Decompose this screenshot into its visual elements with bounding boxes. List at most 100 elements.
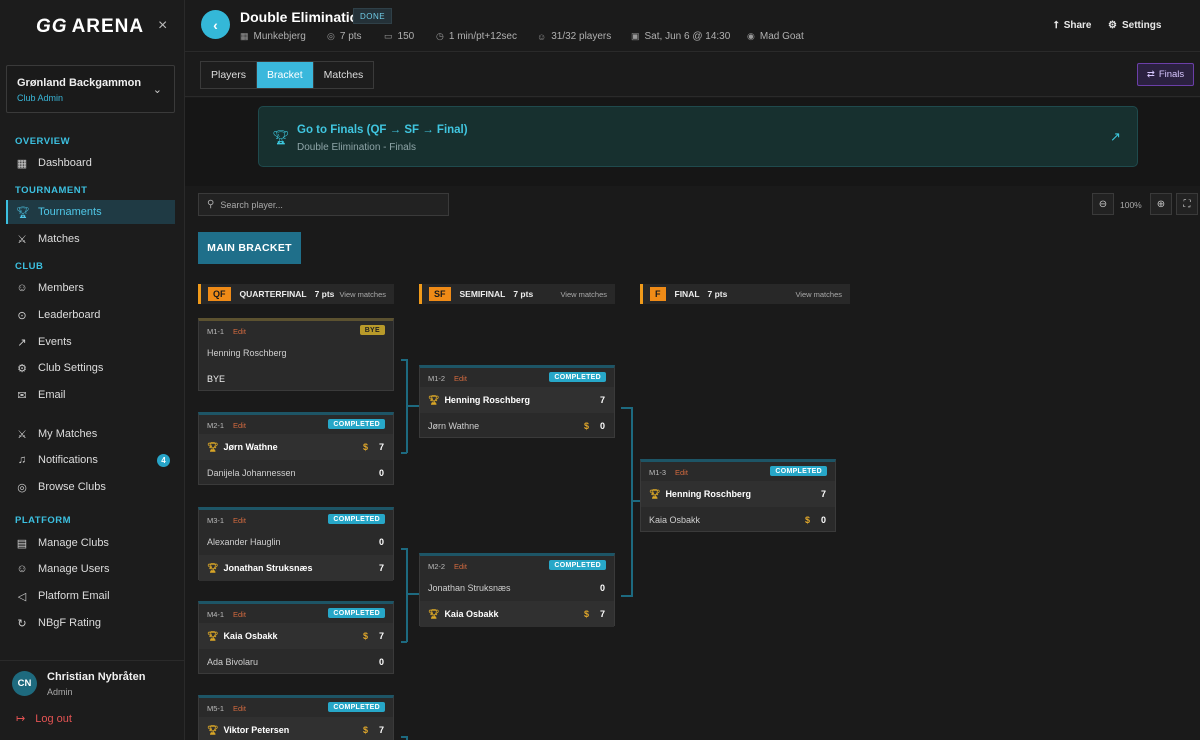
- edit-match-link[interactable]: Edit: [233, 516, 246, 525]
- sidebar-item-manage-clubs[interactable]: ▤ Manage Clubs: [6, 531, 175, 555]
- close-sidebar-icon[interactable]: ×: [158, 17, 167, 35]
- sidebar-item-my-matches[interactable]: ⚔︎ My Matches: [6, 422, 175, 446]
- share-icon: ⭡: [1054, 20, 1059, 31]
- sidebar-item-members[interactable]: ☺︎ Members: [6, 276, 175, 300]
- sidebar-item-notifications[interactable]: ♫ Notifications 4: [6, 448, 175, 472]
- sidebar-item-email[interactable]: ✉︎ Email: [6, 383, 175, 407]
- zoom-out-button[interactable]: ⊖: [1092, 193, 1114, 215]
- sidebar-item-matches[interactable]: ⚔︎ Matches: [6, 227, 175, 251]
- view-tabs: Players Bracket Matches: [200, 61, 375, 89]
- app-logo[interactable]: GG ARENA: [36, 16, 144, 38]
- meta-venue-text: Munkebjerg: [253, 31, 306, 42]
- settings-button[interactable]: ⚙︎ Settings: [1108, 20, 1161, 31]
- round-header-quarterfinal: QF QUARTERFINAL 7 pts View matches: [198, 284, 394, 304]
- notifications-count-badge: 4: [157, 454, 170, 467]
- edit-match-link[interactable]: Edit: [675, 468, 688, 477]
- player-name: Kaia Osbakk: [649, 515, 701, 525]
- player-row-winner: 🏆︎ Kaia Osbakk $ 7: [199, 623, 393, 649]
- meta-rating-text: 150: [397, 31, 415, 42]
- avatar[interactable]: CN: [12, 671, 37, 696]
- sidebar-item-manage-users[interactable]: ☺︎ Manage Users: [6, 557, 175, 581]
- section-overview: OVERVIEW: [15, 136, 71, 147]
- search-input[interactable]: [220, 199, 441, 210]
- sidebar-item-leaderboard[interactable]: ⊙ Leaderboard: [6, 303, 175, 327]
- player-name: Henning Roschberg: [665, 489, 751, 499]
- round-name: QUARTERFINAL: [239, 289, 307, 299]
- user-role: Admin: [47, 687, 73, 697]
- meta-rating: ▭ 150: [384, 31, 414, 42]
- meta-time-control: ◷ 1 min/pt+12sec: [436, 31, 517, 42]
- match-header: M1-1 Edit BYE: [199, 321, 393, 340]
- page-title: Double Elimination: [240, 9, 367, 25]
- logo-mark: GG: [36, 16, 68, 37]
- share-button[interactable]: ⭡ Share: [1054, 20, 1092, 31]
- sidebar-item-browse-clubs[interactable]: ◎ Browse Clubs: [6, 475, 175, 499]
- tab-matches[interactable]: Matches: [313, 62, 374, 88]
- share-label: Share: [1063, 20, 1092, 31]
- view-matches-link[interactable]: View matches: [339, 290, 386, 299]
- logout-button[interactable]: ↦ Log out: [16, 712, 72, 726]
- status-badge: COMPLETED: [549, 560, 606, 570]
- edit-match-link[interactable]: Edit: [233, 610, 246, 619]
- round-points: 7 pts: [707, 289, 728, 299]
- match-card-m2-1[interactable]: M2-1 Edit COMPLETED 🏆︎ Jørn Wathne $ 7 D…: [198, 412, 394, 485]
- coin-icon: $: [362, 442, 368, 452]
- edit-match-link[interactable]: Edit: [233, 421, 246, 430]
- go-to-finals-banner[interactable]: 🏆︎ Go to Finals (QF → SF → Final) Double…: [258, 106, 1138, 167]
- trophy-icon: 🏆︎: [207, 724, 219, 735]
- tab-players[interactable]: Players: [201, 62, 258, 88]
- player-row: Ada Bivolaru 0: [199, 649, 393, 675]
- tab-bracket[interactable]: Bracket: [257, 62, 314, 88]
- logout-icon: ↦: [16, 713, 26, 725]
- connector-line: [407, 593, 419, 595]
- sidebar-item-dashboard[interactable]: ▦ Dashboard: [6, 151, 175, 175]
- match-card-m2-2[interactable]: M2-2 Edit COMPLETED Jonathan Struksnæs 0…: [419, 553, 615, 627]
- match-card-m1-3[interactable]: M1-3 Edit COMPLETED 🏆︎ Henning Roschberg…: [640, 459, 836, 532]
- player-score: 0: [378, 657, 384, 667]
- trophy-icon: 🏆︎: [207, 562, 219, 573]
- connector-line: [406, 548, 408, 642]
- sidebar-item-nbgf-rating[interactable]: ↻ NBgF Rating: [6, 611, 175, 635]
- sidebar-item-label: Browse Clubs: [38, 481, 106, 493]
- meta-players: ☺︎ 31/32 players: [537, 31, 611, 42]
- view-matches-link[interactable]: View matches: [795, 290, 842, 299]
- medal-icon: ⊙: [17, 309, 27, 322]
- match-card-m5-1[interactable]: M5-1 Edit COMPLETED 🏆︎ Viktor Petersen $…: [198, 695, 394, 740]
- edit-match-link[interactable]: Edit: [454, 562, 467, 571]
- meta-venue: ▦ Munkebjerg: [240, 31, 306, 42]
- users-icon: ☺︎: [16, 282, 28, 294]
- player-score: 0: [599, 421, 605, 431]
- meta-date: ▣ Sat, Jun 6 @ 14:30: [631, 31, 730, 42]
- club-name: Grønland Backgammon: [17, 77, 142, 89]
- player-row: BYE: [199, 366, 393, 392]
- chevron-left-icon: ‹: [213, 16, 218, 33]
- zoom-in-button[interactable]: ⊕: [1150, 193, 1172, 215]
- match-card-m4-1[interactable]: M4-1 Edit COMPLETED 🏆︎ Kaia Osbakk $ 7 A…: [198, 601, 394, 674]
- logout-label: Log out: [35, 712, 72, 725]
- edit-match-link[interactable]: Edit: [233, 327, 246, 336]
- match-card-m1-2[interactable]: M1-2 Edit COMPLETED 🏆︎ Henning Roschberg…: [419, 365, 615, 438]
- player-row-winner: 🏆︎ Jonathan Struksnæs 7: [199, 555, 393, 581]
- bracket-area: ⚲ ⊖ 100% ⊕ ⛶ MAIN BRACKET QF QUARTERFINA…: [185, 186, 1200, 740]
- round-name: FINAL: [674, 289, 700, 299]
- sidebar-item-tournaments[interactable]: 🏆︎ Tournaments: [6, 200, 175, 224]
- match-card-m3-1[interactable]: M3-1 Edit COMPLETED Alexander Hauglin 0 …: [198, 507, 394, 581]
- fullscreen-button[interactable]: ⛶: [1176, 193, 1198, 215]
- sidebar-item-events[interactable]: ↗ Events: [6, 330, 175, 354]
- match-card-m1-1[interactable]: M1-1 Edit BYE Henning Roschberg BYE: [198, 318, 394, 391]
- player-name: Kaia Osbakk: [223, 631, 278, 641]
- match-header: M2-2 Edit COMPLETED: [420, 556, 614, 575]
- status-badge: COMPLETED: [328, 419, 385, 429]
- sidebar-item-club-settings[interactable]: ⚙︎ Club Settings: [6, 356, 175, 380]
- finals-button[interactable]: ⇄ Finals: [1137, 63, 1194, 86]
- back-button[interactable]: ‹: [201, 10, 230, 39]
- sidebar-item-platform-email[interactable]: ◁ Platform Email: [6, 584, 175, 608]
- edit-match-link[interactable]: Edit: [233, 704, 246, 713]
- club-selector[interactable]: Grønland Backgammon Club Admin ⌄: [6, 65, 175, 113]
- edit-match-link[interactable]: Edit: [454, 374, 467, 383]
- sidebar-item-label: Tournaments: [38, 206, 102, 218]
- round-code: F: [650, 287, 666, 301]
- view-matches-link[interactable]: View matches: [560, 290, 607, 299]
- grid-icon: ▦: [240, 31, 249, 41]
- connector-line: [407, 405, 419, 407]
